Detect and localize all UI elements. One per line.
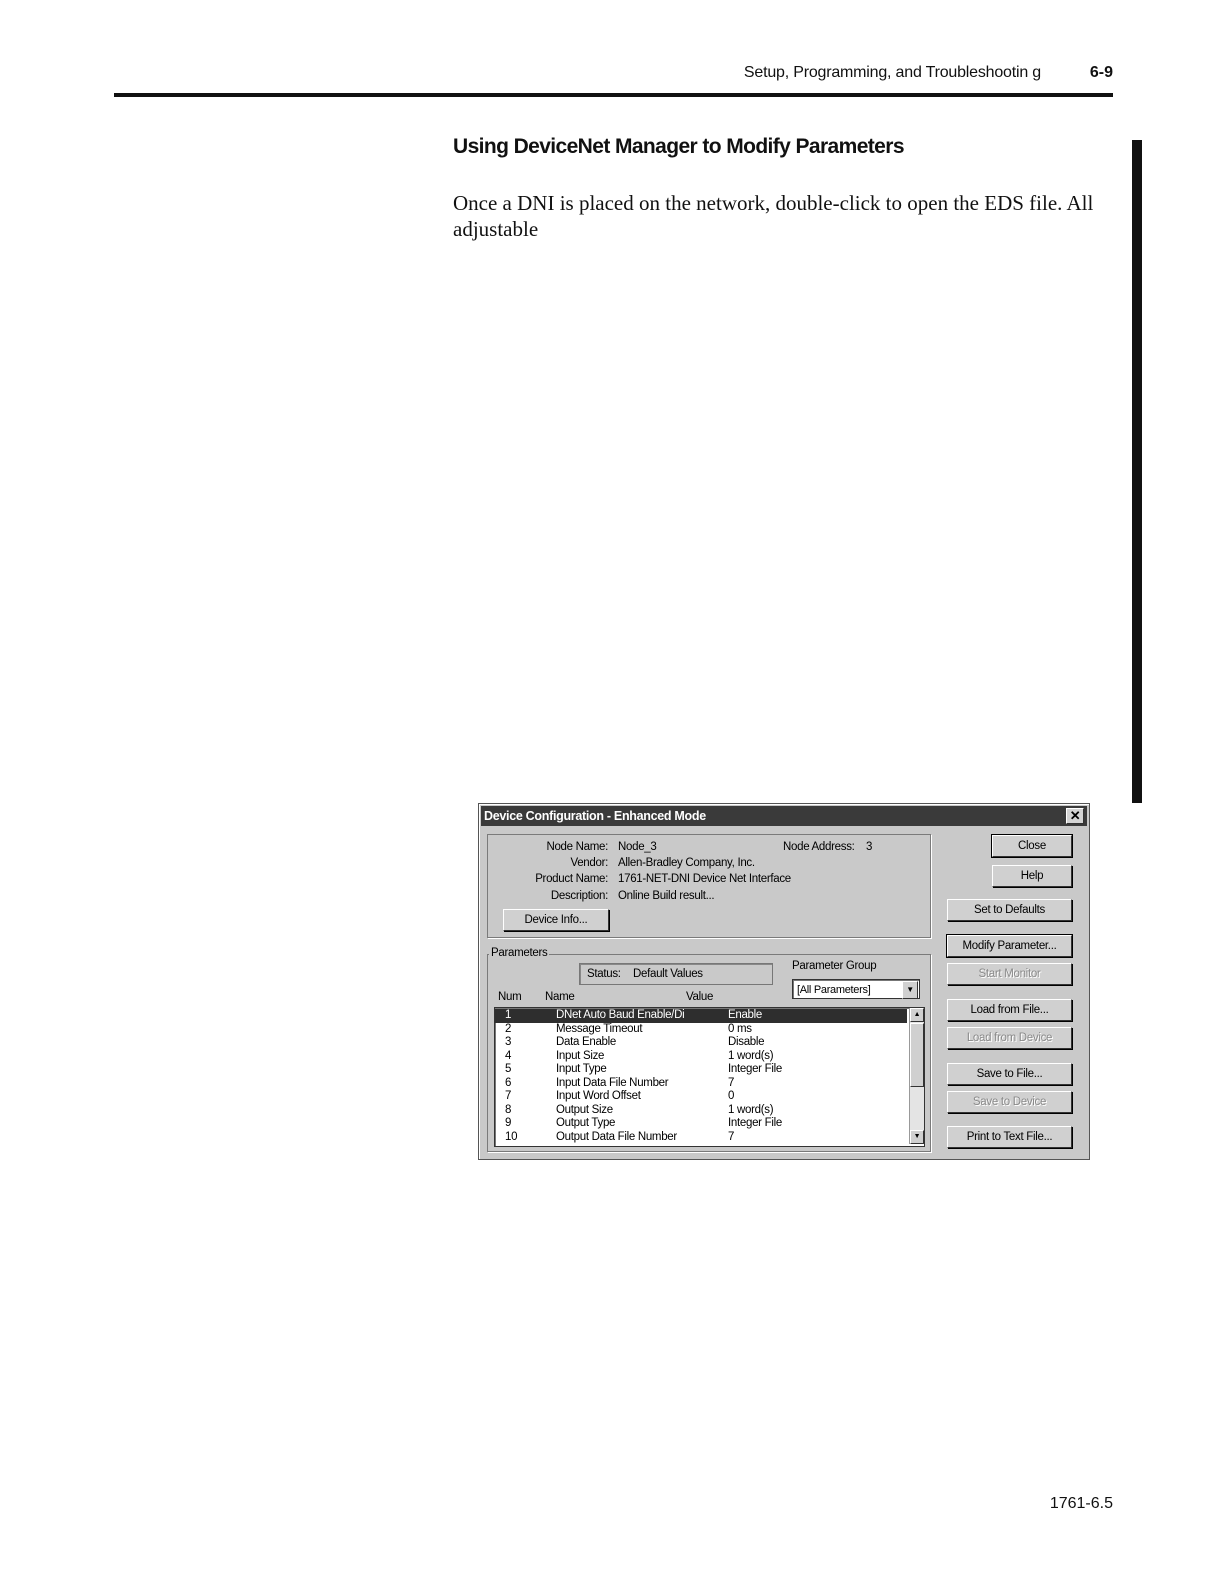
- vendor-value: Allen-Bradley Company, Inc.: [618, 857, 755, 869]
- product-name-label: Product Name:: [535, 873, 608, 885]
- scroll-down-icon[interactable]: ▼: [910, 1130, 924, 1144]
- close-icon[interactable]: ✕: [1066, 808, 1084, 824]
- set-to-defaults-button[interactable]: Set to Defaults: [947, 899, 1072, 921]
- scroll-up-icon[interactable]: ▲: [910, 1008, 924, 1022]
- parameter-group-select[interactable]: [All Parameters] ▼: [792, 979, 920, 999]
- page-number: 6-9: [1089, 64, 1113, 81]
- table-row[interactable]: 4 Input Size 1 word(s): [495, 1050, 907, 1064]
- column-header-value[interactable]: Value: [686, 991, 713, 1003]
- table-row[interactable]: 2 Message Timeout 0 ms: [495, 1023, 907, 1037]
- table-row[interactable]: 1 DNet Auto Baud Enable/Di Enable: [495, 1009, 907, 1023]
- table-row[interactable]: 9 Output Type Integer File: [495, 1117, 907, 1131]
- close-button[interactable]: Close: [991, 834, 1073, 858]
- node-address-label: Node Address:: [783, 841, 855, 853]
- save-to-file-button[interactable]: Save to File...: [947, 1063, 1072, 1085]
- chevron-down-icon[interactable]: ▼: [902, 981, 918, 999]
- description-value: Online Build result...: [618, 890, 715, 902]
- table-row[interactable]: 5 Input Type Integer File: [495, 1063, 907, 1077]
- parameter-group-label: Parameter Group: [792, 960, 877, 972]
- column-header-name[interactable]: Name: [545, 991, 575, 1003]
- chapter-side-bar: [1132, 140, 1142, 803]
- table-row[interactable]: 8 Output Size 1 word(s): [495, 1104, 907, 1118]
- status-value: Default Values: [633, 968, 703, 980]
- product-name-value: 1761-NET-DNI Device Net Interface: [618, 873, 791, 885]
- header-rule: [114, 93, 1113, 97]
- table-row[interactable]: 10 Output Data File Number 7: [495, 1131, 907, 1145]
- column-header-num[interactable]: Num: [498, 991, 522, 1003]
- scroll-thumb[interactable]: [910, 1023, 924, 1087]
- node-address-value: 3: [866, 841, 873, 853]
- start-monitor-button[interactable]: Start Monitor: [947, 963, 1072, 985]
- device-configuration-dialog: Device Configuration - Enhanced Mode ✕ N…: [478, 803, 1090, 1160]
- node-name-label: Node Name:: [546, 841, 608, 853]
- status-box: Status: Default Values: [579, 963, 773, 985]
- node-name-value: Node_3: [618, 841, 657, 853]
- table-row[interactable]: 3 Data Enable Disable: [495, 1036, 907, 1050]
- status-label: Status:: [587, 968, 621, 980]
- description-label: Description:: [550, 890, 608, 902]
- vendor-label: Vendor:: [570, 857, 608, 869]
- save-to-device-button[interactable]: Save to Device: [947, 1091, 1072, 1113]
- device-info-panel: Node Name: Node_3 Node Address: 3 Vendor…: [487, 834, 931, 938]
- list-scrollbar[interactable]: ▲ ▼: [909, 1008, 924, 1144]
- device-info-button[interactable]: Device Info...: [503, 909, 609, 931]
- parameter-group-value: [All Parameters]: [797, 984, 871, 996]
- dialog-titlebar: Device Configuration - Enhanced Mode ✕: [481, 806, 1087, 826]
- section-heading: Using DeviceNet Manager to Modify Parame…: [453, 135, 905, 158]
- load-from-file-button[interactable]: Load from File...: [947, 999, 1072, 1021]
- parameters-legend: Parameters: [489, 947, 550, 959]
- table-row[interactable]: 6 Input Data File Number 7: [495, 1077, 907, 1091]
- table-row[interactable]: 7 Input Word Offset 0: [495, 1090, 907, 1104]
- body-paragraph: Once a DNI is placed on the network, dou…: [453, 191, 1094, 241]
- print-to-text-file-button[interactable]: Print to Text File...: [947, 1126, 1072, 1148]
- document-number: 1761-6.5: [1049, 1495, 1113, 1512]
- running-header: Setup, Programming, and Troubleshootin g: [743, 64, 1041, 81]
- parameter-list[interactable]: 1 DNet Auto Baud Enable/Di Enable 2 Mess…: [494, 1007, 925, 1147]
- load-from-device-button[interactable]: Load from Device: [947, 1027, 1072, 1049]
- modify-parameter-button[interactable]: Modify Parameter...: [946, 934, 1073, 958]
- help-button[interactable]: Help: [992, 865, 1072, 887]
- dialog-title: Device Configuration - Enhanced Mode: [484, 809, 706, 823]
